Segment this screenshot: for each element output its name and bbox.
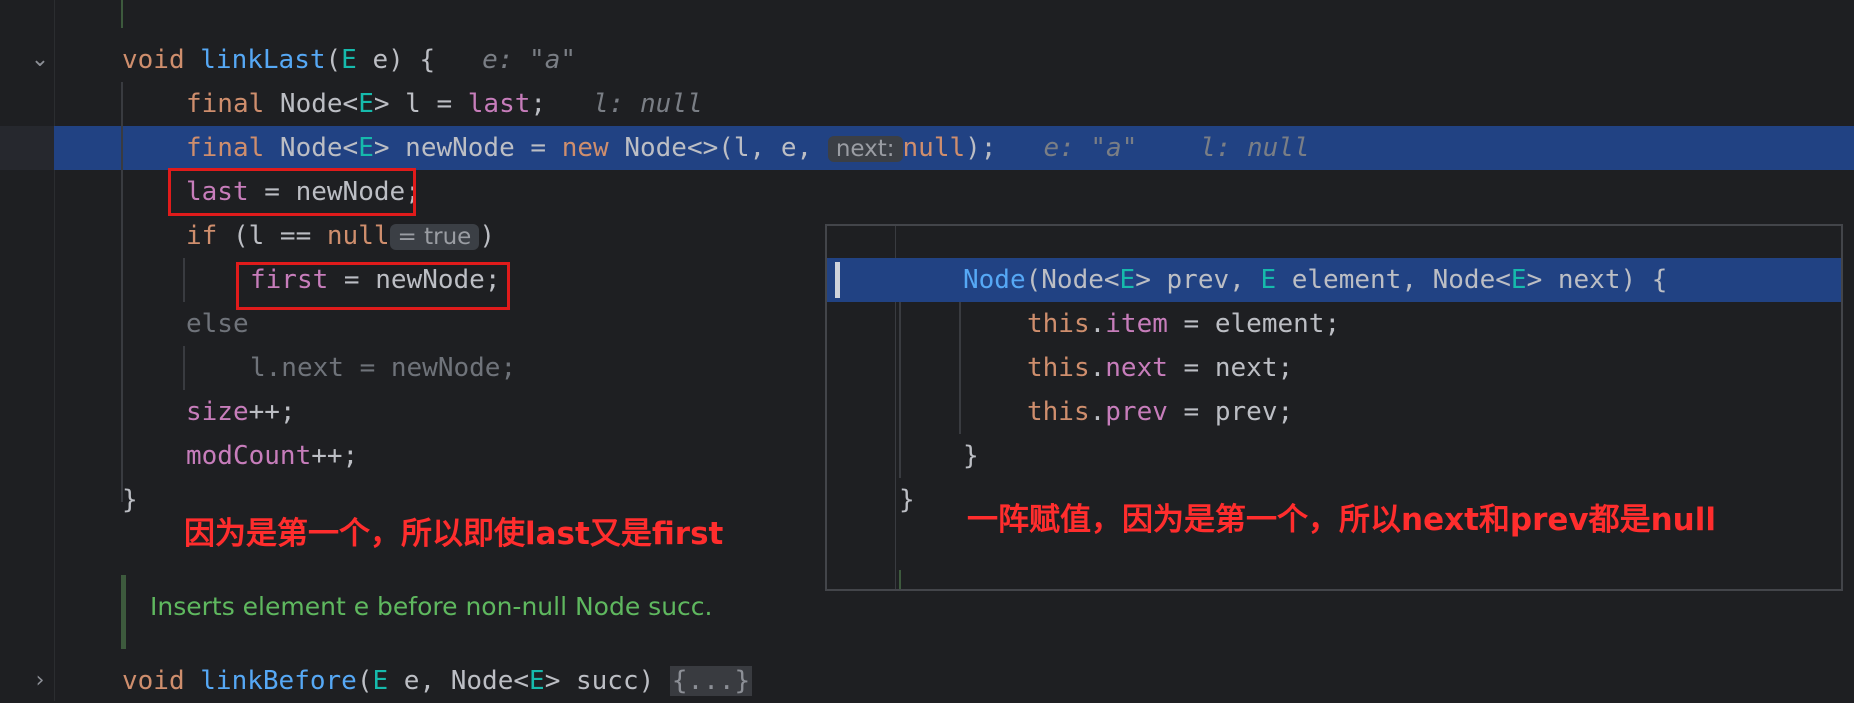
code-text: (l == [217, 221, 327, 251]
code-line-size: size++; [186, 390, 296, 434]
method-name: linkBefore [200, 666, 357, 696]
popup-line-prev: this.prev = prev; [1027, 390, 1293, 434]
code-text: > l = [373, 89, 468, 119]
editor-gutter [0, 0, 55, 701]
chevron-right-icon[interactable]: › [28, 669, 52, 693]
method-name: Node [963, 265, 1026, 295]
keyword: this [1027, 397, 1090, 427]
code-text: ( [356, 666, 373, 696]
annotation-left: 因为是第一个，所以即使last又是first [184, 516, 724, 552]
code-text: (Node< [1025, 265, 1120, 295]
indent-guide [899, 302, 901, 478]
code-text: ); [965, 133, 997, 163]
popup-line-ctor: Node(Node<E> prev, E element, Node<E> ne… [963, 258, 1667, 302]
indent-guide [899, 570, 901, 589]
popup-line-outer-close: } [899, 485, 915, 515]
code-text: . [1089, 397, 1106, 427]
indent-guide [183, 346, 185, 390]
chevron-down-icon[interactable]: ⌄ [28, 48, 52, 72]
doc-comment-bar [121, 575, 126, 649]
code-text: ++; [311, 441, 359, 471]
indent-guide [121, 0, 123, 28]
indent-guide [959, 302, 961, 434]
annotation-right: 一阵赋值，因为是第一个，所以next和prev都是null [967, 502, 1717, 538]
keyword: this [1027, 309, 1090, 339]
debug-inline-value: e: "a" [1043, 133, 1138, 163]
keyword: new [561, 133, 609, 163]
code-text: = prev; [1167, 397, 1294, 427]
type-param: E [1510, 265, 1527, 295]
keyword: void [122, 666, 185, 696]
code-text: element, Node< [1276, 265, 1511, 295]
code-text: > succ) [544, 666, 670, 696]
code-text: ( [325, 45, 342, 75]
code-text: > prev, [1135, 265, 1261, 295]
code-text: Node<>(l, e, [608, 133, 828, 163]
type-param: E [358, 89, 374, 119]
type-param: E [529, 666, 545, 696]
code-text: e) { [356, 45, 436, 75]
code-text: > newNode = [373, 133, 562, 163]
type-param: E [1260, 265, 1277, 295]
keyword: null [902, 133, 966, 163]
code-text: > next) { [1526, 265, 1668, 295]
type-param: E [358, 133, 374, 163]
code-text: ) [479, 221, 495, 251]
popup-line-next: this.next = next; [1027, 346, 1293, 390]
code-line-modcount: modCount++; [186, 434, 358, 478]
indent-guide [183, 258, 185, 302]
code-line-l: final Node<E> l = last; l: null [186, 82, 703, 126]
type-param: E [1119, 265, 1136, 295]
keyword: final [186, 133, 265, 163]
code-line-if: if (l == null = true) [186, 214, 495, 258]
popup-line-inner-close: } [963, 441, 979, 471]
parameter-hint: next: [827, 136, 903, 162]
keyword: this [1027, 353, 1090, 383]
popup-caret [835, 262, 840, 298]
type-param: E [341, 45, 357, 75]
code-text: = element; [1167, 309, 1341, 339]
annotation-box-last [168, 168, 416, 216]
keyword: final [186, 89, 265, 119]
field-name: size [186, 397, 249, 427]
debug-inline-value: e: "a" [482, 45, 576, 75]
annotation-box-first [236, 262, 510, 310]
field-name: next [1105, 353, 1168, 383]
code-line-lnext: l.next = newNode; [250, 353, 517, 383]
folded-code-block[interactable]: {...} [669, 666, 753, 696]
keyword: null [326, 221, 390, 251]
method-name: linkLast [200, 45, 326, 75]
code-line-linklast: void linkLast(E e) { e: "a" [122, 38, 576, 82]
indent-guide [121, 82, 123, 502]
doc-comment: Inserts element e before non-null Node s… [150, 592, 713, 621]
code-line-close-brace: } [122, 485, 138, 515]
keyword: if [186, 221, 218, 251]
code-text: ; [530, 89, 547, 119]
inline-evaluation-hint: = true [389, 224, 480, 250]
code-text: Node< [264, 133, 359, 163]
code-line-linkbefore: void linkBefore(E e, Node<E> succ) {...} [122, 659, 753, 703]
code-text: . [1089, 353, 1106, 383]
code-text: Node< [264, 89, 359, 119]
gutter-current-line [0, 126, 54, 170]
code-preview-popup: Node(Node<E> prev, E element, Node<E> ne… [825, 224, 1843, 591]
debug-inline-value: l: null [593, 89, 703, 119]
type-param: E [372, 666, 389, 696]
field-name: prev [1105, 397, 1168, 427]
field-name: modCount [186, 441, 312, 471]
code-text: = next; [1167, 353, 1294, 383]
field-name: last [467, 89, 531, 119]
debug-inline-value: l: null [1199, 133, 1310, 163]
code-text: . [1089, 309, 1106, 339]
code-line-newnode: final Node<E> newNode = new Node<>(l, e,… [186, 126, 1310, 170]
popup-line-item: this.item = element; [1027, 302, 1340, 346]
code-text: e, Node< [388, 666, 530, 696]
field-name: item [1105, 309, 1168, 339]
code-text: ++; [248, 397, 296, 427]
keyword: void [122, 45, 185, 75]
